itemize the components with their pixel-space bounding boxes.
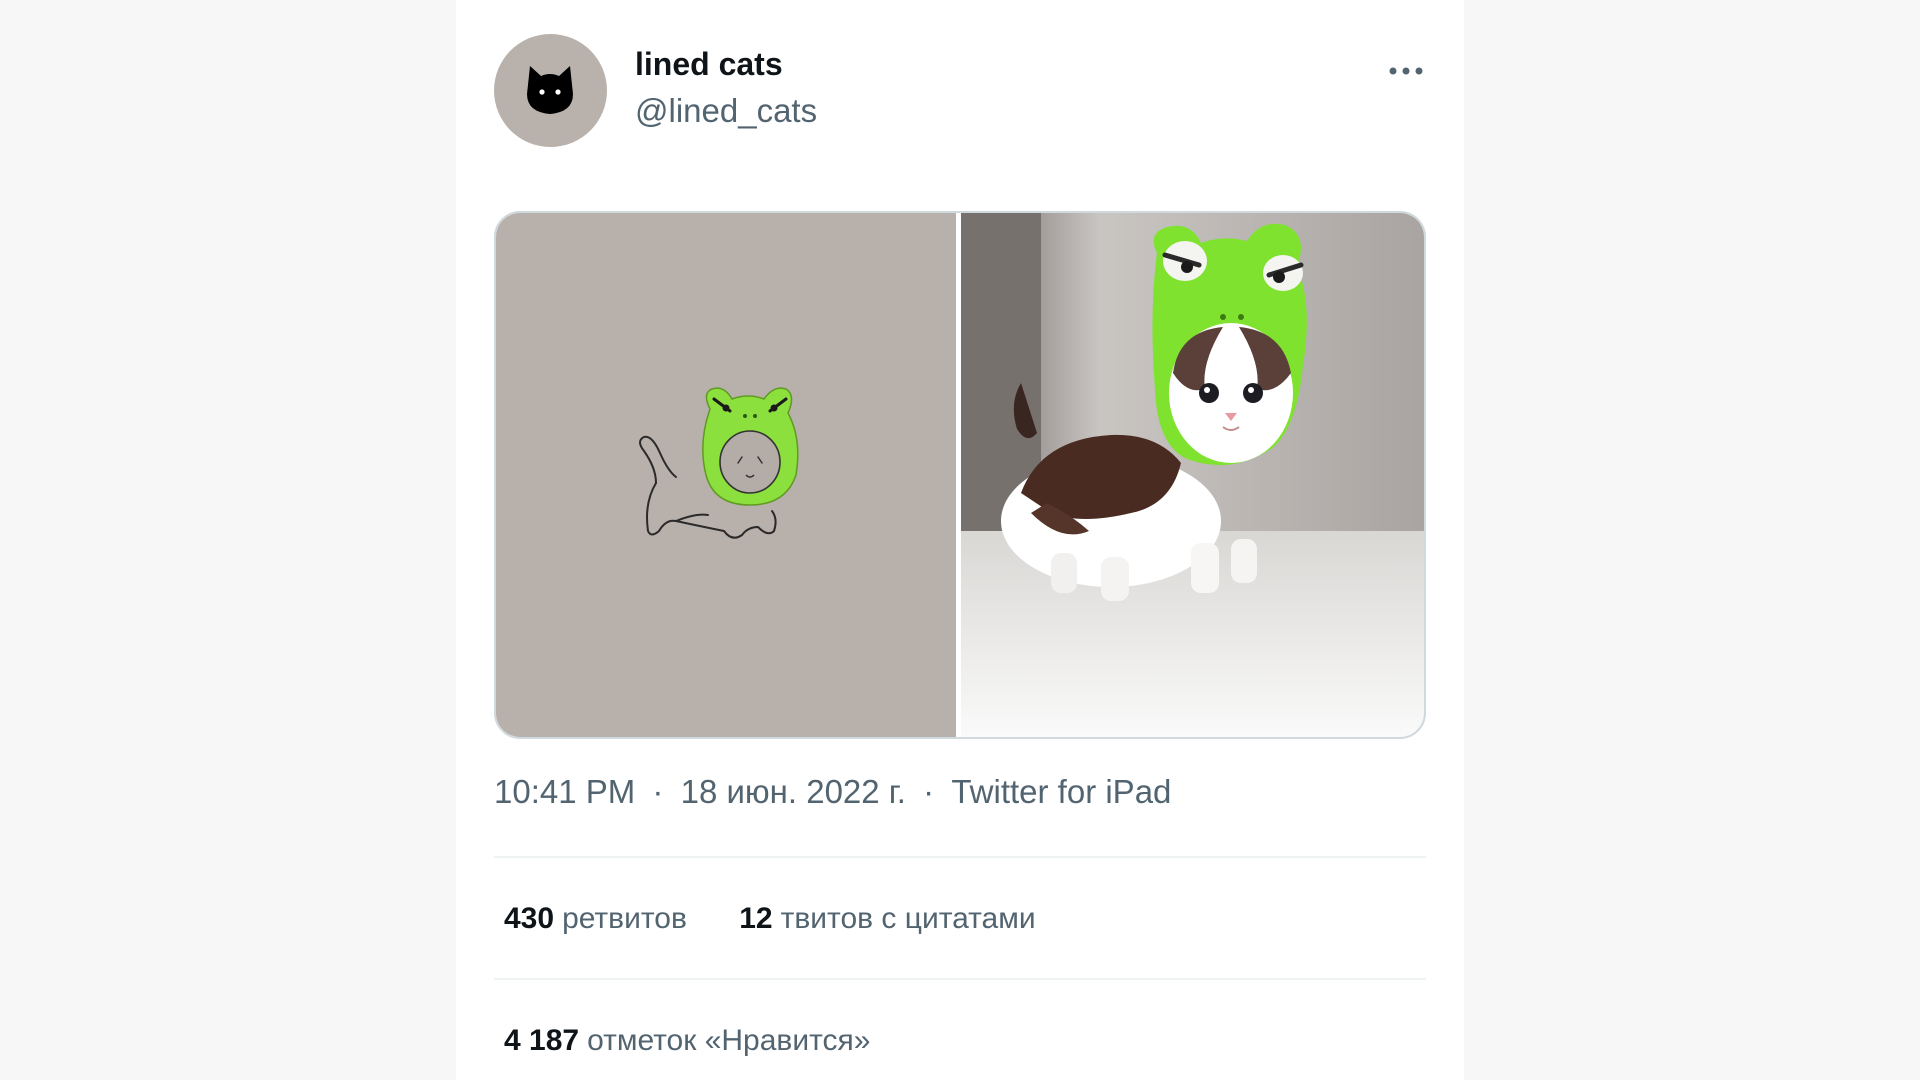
engagement-stats: 430 ретвитов 12 твитов с цитатами xyxy=(504,902,1080,936)
meta-separator: · xyxy=(652,773,664,810)
tweet-date[interactable]: 18 июн. 2022 г. xyxy=(681,773,906,811)
quote-tweets-label: твитов с цитатами xyxy=(780,902,1036,935)
more-horizontal-icon xyxy=(1389,67,1423,75)
retweets-stat[interactable]: 430 ретвитов xyxy=(504,902,687,936)
likes-row: 4 187 отметок «Нравится» xyxy=(504,1024,914,1058)
tweet-metadata: 10:41 PM · 18 июн. 2022 г. · Twitter for… xyxy=(494,773,1171,811)
media-image-photo[interactable] xyxy=(961,213,1424,737)
tweet-header: lined cats @lined_cats xyxy=(494,34,1426,148)
divider xyxy=(494,856,1426,858)
likes-stat[interactable]: 4 187 отметок «Нравится» xyxy=(504,1024,870,1058)
quote-tweets-count: 12 xyxy=(739,902,773,935)
cat-frog-hat-drawing xyxy=(639,387,799,539)
kitten-frog-hat-photo xyxy=(961,213,1424,737)
more-options-button[interactable] xyxy=(1386,60,1426,82)
divider xyxy=(494,978,1426,980)
display-name[interactable]: lined cats xyxy=(635,46,783,83)
quote-tweets-stat[interactable]: 12 твитов с цитатами xyxy=(739,902,1035,936)
avatar[interactable] xyxy=(494,34,607,147)
tweet-media xyxy=(494,211,1426,739)
black-cat-icon xyxy=(527,66,573,114)
retweets-label: ретвитов xyxy=(562,902,687,935)
tweet-card: lined cats @lined_cats 10:41 PM · 18 июн… xyxy=(456,0,1464,1080)
media-image-drawing[interactable] xyxy=(496,213,956,737)
likes-count: 4 187 xyxy=(504,1024,580,1057)
likes-label: отметок «Нравится» xyxy=(587,1024,871,1057)
meta-separator: · xyxy=(923,773,935,810)
username-handle[interactable]: @lined_cats xyxy=(635,92,817,130)
retweets-count: 430 xyxy=(504,902,555,935)
tweet-source[interactable]: Twitter for iPad xyxy=(951,773,1171,811)
tweet-time[interactable]: 10:41 PM xyxy=(494,773,635,811)
